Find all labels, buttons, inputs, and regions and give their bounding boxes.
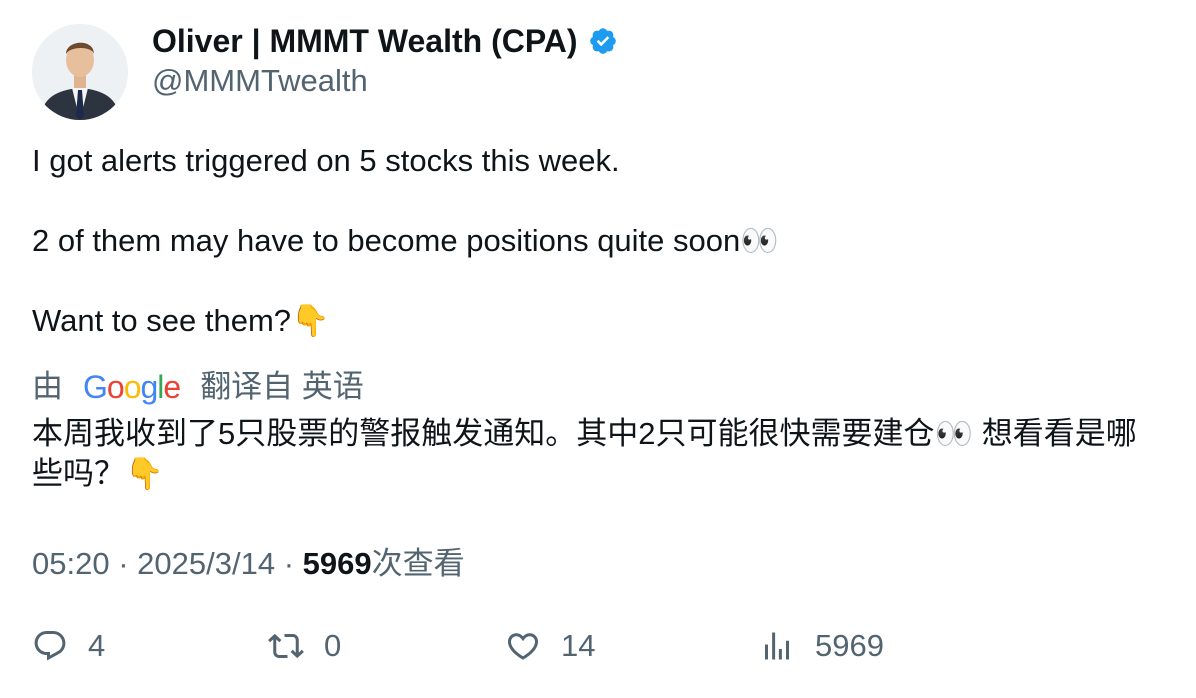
google-logo: Google bbox=[83, 366, 181, 408]
translated-text: 本周我收到了5只股票的警报触发通知。其中2只可能很快需要建仓👀 想看看是哪些吗？… bbox=[32, 416, 1137, 491]
google-letter: o bbox=[106, 369, 125, 405]
retweet-icon bbox=[268, 633, 304, 659]
avatar-image bbox=[32, 24, 128, 120]
like-count: 14 bbox=[561, 628, 596, 663]
views-count: 5969 bbox=[302, 546, 372, 581]
analytics-icon bbox=[765, 632, 789, 660]
google-letter: e bbox=[163, 369, 181, 405]
verified-badge-icon[interactable] bbox=[588, 26, 618, 56]
reply-icon bbox=[34, 631, 66, 661]
google-letter: G bbox=[83, 369, 108, 405]
google-letter: g bbox=[140, 369, 158, 405]
tweet-line: Want to see them?👇 bbox=[32, 303, 330, 338]
tweet-line: I got alerts triggered on 5 stocks this … bbox=[32, 143, 620, 178]
tweet-text: I got alerts triggered on 5 stocks this … bbox=[32, 141, 1162, 341]
tweet-date[interactable]: 2025/3/14 bbox=[137, 546, 275, 581]
views-button[interactable]: 5969 bbox=[759, 628, 884, 664]
author-name-row: Oliver | MMMT Wealth (CPA) bbox=[152, 22, 618, 60]
views-action-count: 5969 bbox=[815, 628, 884, 663]
reply-count: 4 bbox=[88, 628, 106, 663]
meta-separator: · bbox=[118, 546, 129, 581]
meta-separator: · bbox=[283, 546, 295, 581]
retweet-button[interactable]: 0 bbox=[268, 628, 341, 664]
retweet-count: 0 bbox=[324, 628, 342, 663]
like-button[interactable]: 14 bbox=[505, 628, 595, 664]
tweet-time[interactable]: 05:20 bbox=[32, 546, 110, 581]
heart-icon bbox=[507, 633, 539, 660]
tweet-meta: 05:20 · 2025/3/14 · 5969次查看 bbox=[32, 543, 465, 585]
author-handle[interactable]: @MMMTwealth bbox=[152, 62, 368, 100]
translated-from-label: 翻译自 英语 bbox=[200, 369, 364, 404]
avatar[interactable] bbox=[32, 24, 128, 120]
action-bar: 4 0 14 5969 bbox=[32, 628, 1162, 676]
author-display-name[interactable]: Oliver | MMMT Wealth (CPA) bbox=[152, 22, 578, 60]
reply-button[interactable]: 4 bbox=[32, 628, 105, 664]
translation-attribution[interactable]: 由 Google 翻译自 英语 bbox=[32, 366, 364, 408]
google-letter: o bbox=[123, 369, 142, 405]
views-label: 次查看 bbox=[371, 546, 465, 581]
tweet-line: 2 of them may have to become positions q… bbox=[32, 223, 779, 258]
translated-by-label: 由 bbox=[32, 369, 63, 404]
